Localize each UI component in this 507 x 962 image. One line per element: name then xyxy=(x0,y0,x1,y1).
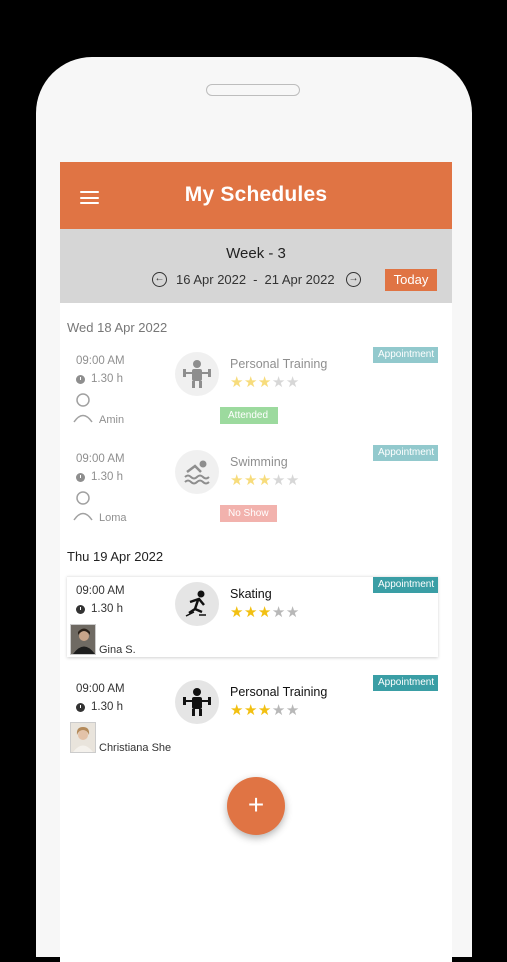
appointment-duration: 1.30 h xyxy=(76,701,123,713)
appointment-tag: Appointment xyxy=(373,347,438,363)
activity-name: Skating xyxy=(230,587,272,601)
rating-stars: ★★★★★ xyxy=(230,472,300,489)
rating-stars: ★★★★★ xyxy=(230,702,300,719)
appointment-time: 09:00 AM xyxy=(76,683,125,695)
page-title: My Schedules xyxy=(184,183,328,206)
appointment-card[interactable]: 09:00 AM 1.30 h Christiana She Personal … xyxy=(67,675,438,755)
app-screen: My Schedules Week - 3 ← 16 Apr 2022-21 A… xyxy=(60,162,452,962)
appointment-tag: Appointment xyxy=(373,675,438,691)
appointment-card[interactable]: 09:00 AM 1.30 h Amin Personal Training ★… xyxy=(67,347,438,427)
appointment-time: 09:00 AM xyxy=(76,355,125,367)
appointment-time: 09:00 AM xyxy=(76,453,125,465)
client-name: Amin xyxy=(99,414,125,426)
appointment-time: 09:00 AM xyxy=(76,585,125,597)
client-name: Christiana She xyxy=(99,742,172,754)
day-header: Thu 19 Apr 2022 xyxy=(67,549,164,564)
phone-frame: My Schedules Week - 3 ← 16 Apr 2022-21 A… xyxy=(36,57,472,962)
appointment-duration: 1.30 h xyxy=(76,373,123,385)
range-end: 21 Apr 2022 xyxy=(264,272,335,287)
clock-icon xyxy=(76,374,85,384)
status-badge: No Show xyxy=(220,505,277,522)
previous-week-icon[interactable]: ← xyxy=(152,272,167,287)
day-header: Wed 18 Apr 2022 xyxy=(67,320,168,335)
user-placeholder-icon xyxy=(73,491,93,521)
phone-speaker xyxy=(206,84,300,96)
today-button[interactable]: Today xyxy=(385,269,437,291)
clock-icon xyxy=(76,604,85,614)
appointment-card[interactable]: 09:00 AM 1.30 h Loma Swimming ★★★★★ Appo… xyxy=(67,445,438,525)
appointment-tag: Appointment xyxy=(373,577,438,593)
client-name: Gina S. xyxy=(99,644,136,656)
week-title: Week - 3 xyxy=(226,245,286,262)
status-badge: Attended xyxy=(220,407,278,424)
next-week-icon[interactable]: → xyxy=(346,272,361,287)
clock-icon xyxy=(76,472,85,482)
clock-icon xyxy=(76,702,85,712)
activity-name: Swimming xyxy=(230,455,288,469)
rating-stars: ★★★★★ xyxy=(230,604,300,621)
range-separator: - xyxy=(253,272,258,287)
activity-name: Personal Training xyxy=(230,685,328,699)
week-navigator: Week - 3 ← 16 Apr 2022-21 Apr 2022 → Tod… xyxy=(60,229,452,303)
date-range: 16 Apr 2022-21 Apr 2022 xyxy=(176,272,335,287)
training-icon xyxy=(175,680,219,724)
skating-icon xyxy=(175,582,219,626)
app-bar: My Schedules xyxy=(60,162,452,229)
add-schedule-button[interactable]: + xyxy=(227,777,285,835)
training-icon xyxy=(175,352,219,396)
avatar xyxy=(70,722,96,753)
user-placeholder-icon xyxy=(73,393,93,423)
appointment-card[interactable]: 09:00 AM 1.30 h Gina S. Skating ★★★★★ Ap… xyxy=(67,576,438,657)
appointment-tag: Appointment xyxy=(373,445,438,461)
appointment-duration: 1.30 h xyxy=(76,471,123,483)
activity-name: Personal Training xyxy=(230,357,328,371)
swimming-icon xyxy=(175,450,219,494)
range-start: 16 Apr 2022 xyxy=(176,272,247,287)
rating-stars: ★★★★★ xyxy=(230,374,300,391)
appointment-duration: 1.30 h xyxy=(76,603,123,615)
client-name: Loma xyxy=(99,512,127,524)
avatar xyxy=(70,624,96,655)
